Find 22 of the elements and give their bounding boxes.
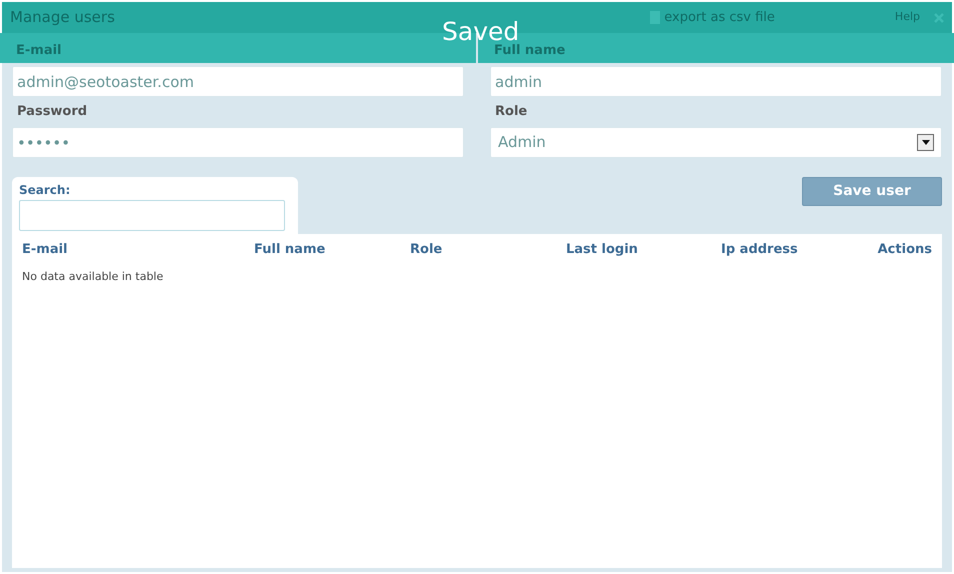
column-header[interactable]: E-mail: [22, 240, 254, 260]
column-header[interactable]: Full name: [254, 240, 410, 260]
field-label: Password: [17, 102, 88, 120]
empty-message: No data available in table: [22, 268, 164, 284]
input-field[interactable]: admin@seotoaster.com: [12, 66, 464, 97]
search-label: Search:: [19, 182, 72, 199]
window-title: Manage users: [10, 7, 115, 28]
help-link[interactable]: Help: [894, 9, 920, 26]
column-header[interactable]: Actions: [867, 240, 932, 260]
input-field[interactable]: ••••••: [12, 127, 464, 158]
column-header[interactable]: Last login: [566, 240, 721, 260]
save-user-button[interactable]: Save user: [802, 177, 942, 206]
field-label: Full name: [494, 42, 566, 60]
field-label: E-mail: [16, 42, 62, 60]
column-header[interactable]: Role: [410, 240, 566, 260]
role-select[interactable]: Admin: [490, 127, 942, 158]
column-header[interactable]: Ip address: [721, 240, 867, 260]
saved-notification: Saved: [442, 19, 520, 44]
export-link[interactable]: export as csv file: [649, 8, 775, 28]
input-field[interactable]: admin: [490, 66, 942, 97]
field-label: Role: [495, 102, 528, 120]
search-field[interactable]: [19, 200, 285, 231]
